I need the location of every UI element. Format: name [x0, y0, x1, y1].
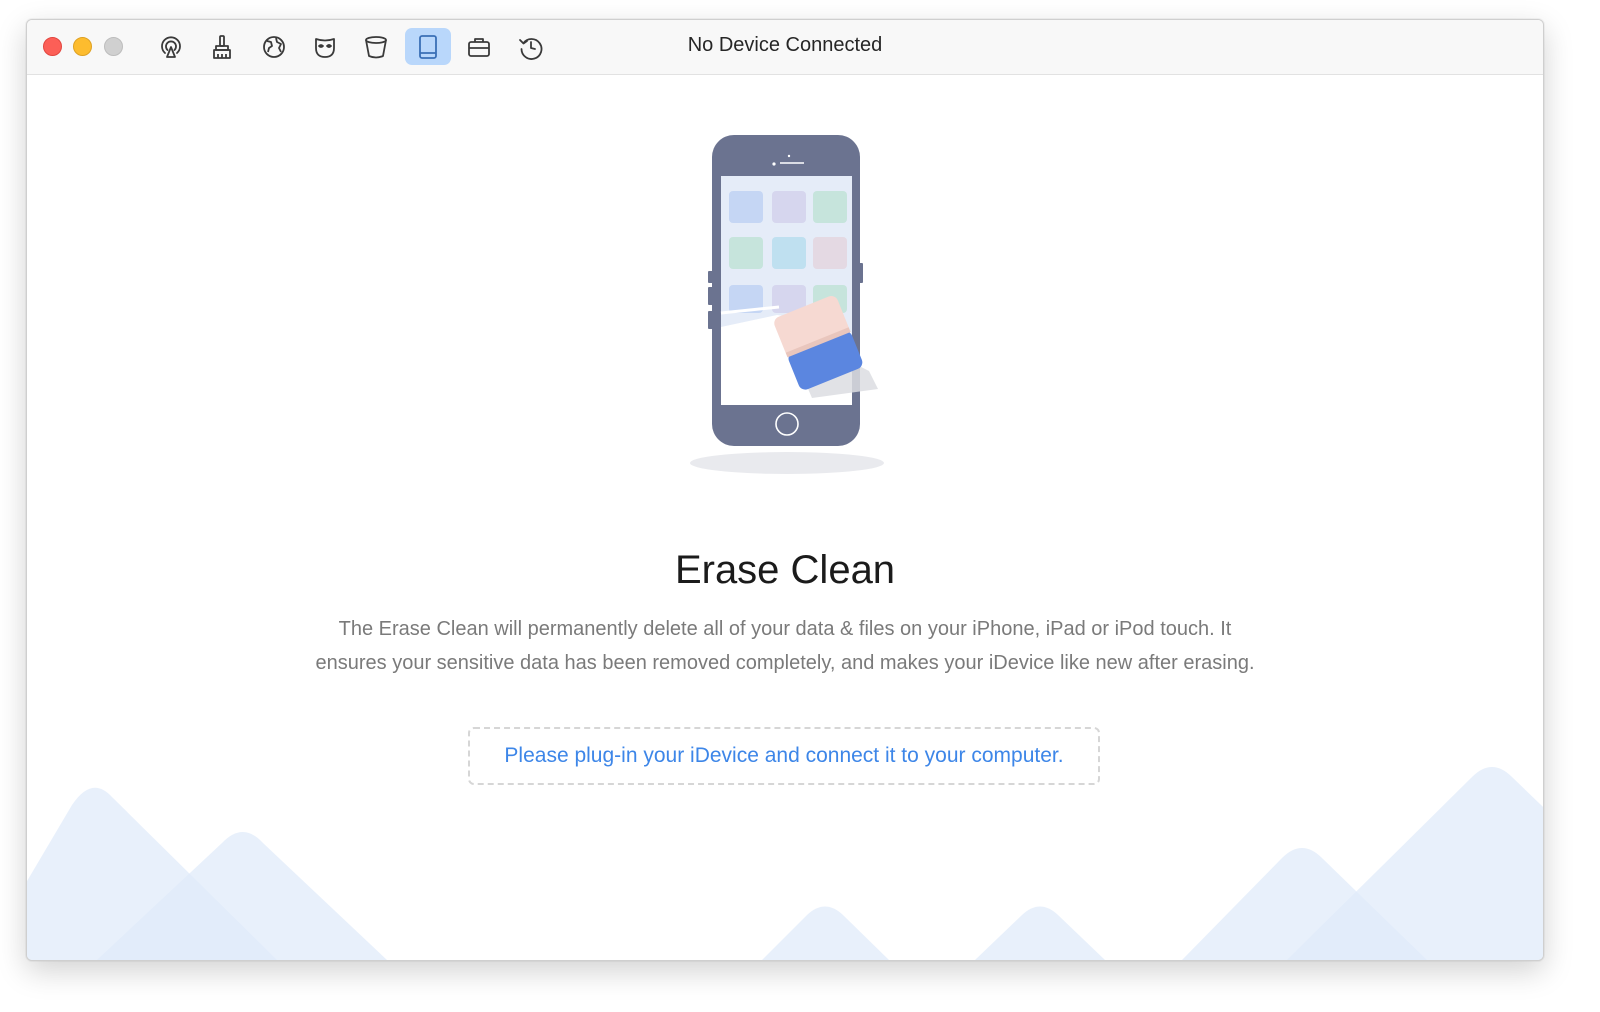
page-title: Erase Clean	[674, 548, 896, 592]
phone-eraser-illustration	[690, 135, 884, 474]
description-line-2: ensures your sensitive data has been rem…	[315, 652, 1255, 674]
window-title: No Device Connected	[687, 34, 883, 56]
title-bar: No Device Connected	[27, 20, 1543, 75]
feature-description: The Erase Clean will permanently delete …	[257, 612, 1313, 680]
connect-device-notice: Please plug-in your iDevice and connect …	[468, 727, 1100, 785]
phone-shadow	[690, 452, 884, 474]
description-line-1: The Erase Clean will permanently delete …	[338, 618, 1232, 640]
main-content: Erase Clean The Erase Clean will permane…	[27, 75, 1543, 960]
app-grid	[729, 191, 847, 313]
app-window: No Device Connected Erase Clean The Eras…	[26, 19, 1544, 961]
